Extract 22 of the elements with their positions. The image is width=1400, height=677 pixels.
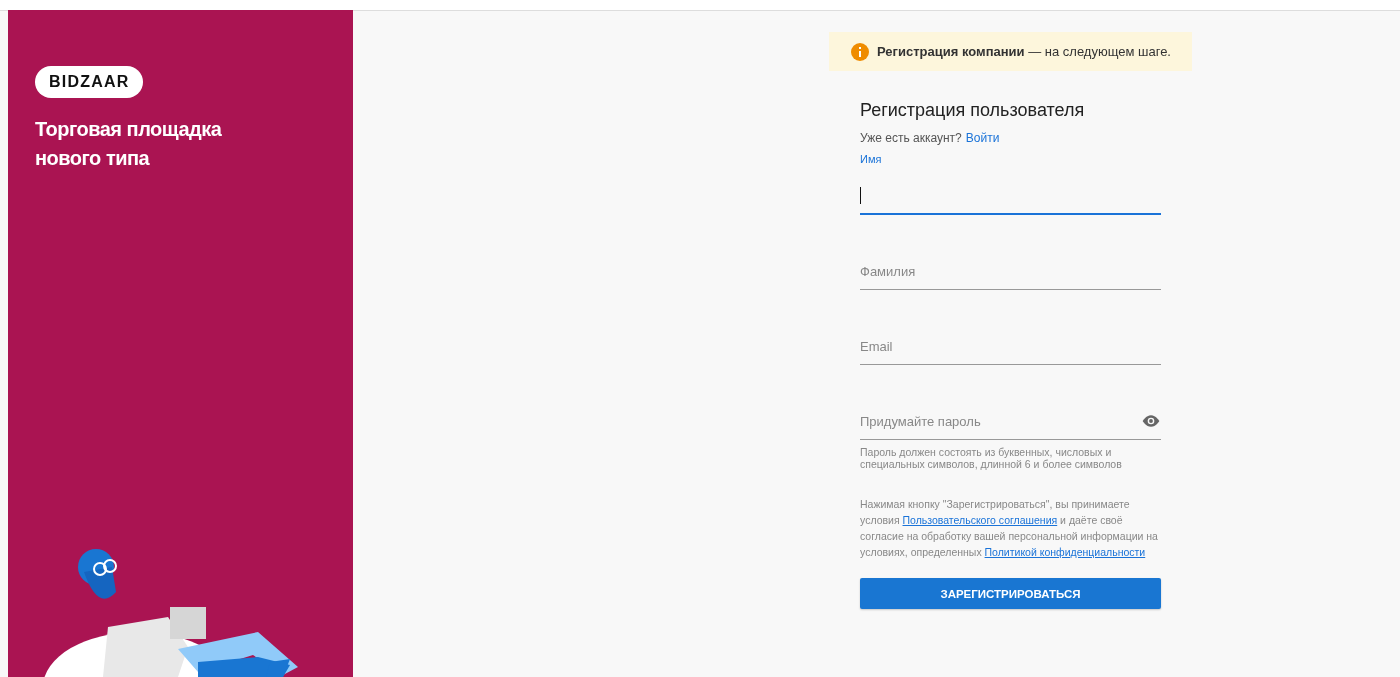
- agreement-link[interactable]: Пользовательского соглашения: [902, 514, 1058, 526]
- info-text: Регистрация компании — на следующем шаге.: [877, 44, 1171, 59]
- field-placeholder: Фамилия: [860, 263, 916, 279]
- tagline: Торговая площадка нового типа: [35, 117, 223, 171]
- text-cursor: [860, 186, 861, 204]
- register-button[interactable]: ЗАРЕГИСТРИРОВАТЬСЯ: [860, 578, 1161, 609]
- field-placeholder: Придумайте пароль: [860, 413, 981, 429]
- info-icon: [851, 42, 869, 61]
- input-field[interactable]: Имя: [860, 153, 1161, 215]
- field-placeholder: Email: [860, 338, 893, 354]
- login-prompt: Уже есть аккаунт?: [860, 131, 962, 145]
- eye-icon[interactable]: [1141, 414, 1161, 428]
- password-hint: Пароль должен состоять из буквенных, числовых и специальных символов, длинной 6 и более символов: [860, 446, 1123, 470]
- input-field[interactable]: Фамилия: [860, 232, 1161, 290]
- input-field[interactable]: Email: [860, 307, 1161, 365]
- field-label: Имя: [860, 153, 883, 165]
- form-title: Регистрация пользователя: [860, 100, 1086, 121]
- consent-text: Нажимая кнопку "Зарегистрироваться", вы принимаете условия Пользовательского соглашения и даёте своё согласие на обработку вашей персональной информации на условиях, определенных Политикой конфиденциальности: [860, 497, 1159, 560]
- input-field[interactable]: Придумайте пароль: [860, 382, 1161, 440]
- login-link[interactable]: Войти: [965, 131, 1000, 145]
- agreement-link[interactable]: Политикой конфиденциальности: [984, 546, 1146, 558]
- logo: BIDZAAR: [35, 66, 144, 98]
